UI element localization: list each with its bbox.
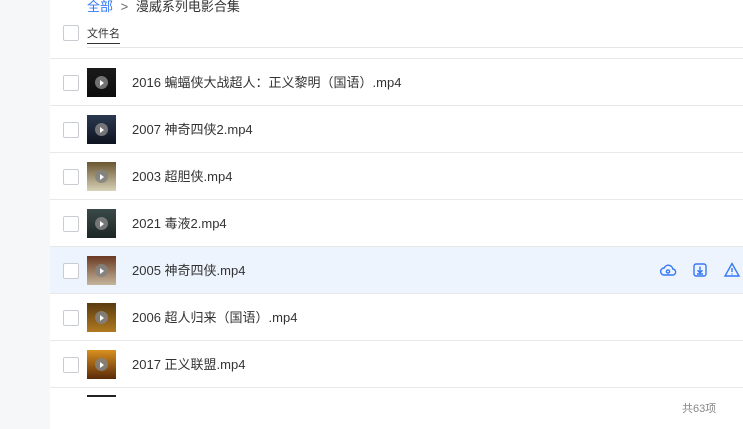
row-checkbox[interactable] bbox=[63, 75, 79, 91]
file-row[interactable]: 2007 神奇四侠2.mp4 bbox=[50, 105, 743, 152]
file-name[interactable]: 2005 神奇四侠.mp4 bbox=[132, 262, 245, 279]
file-row[interactable]: 2021 毒液2.mp4 bbox=[50, 199, 743, 246]
video-thumbnail bbox=[87, 68, 116, 97]
breadcrumb-current: 漫威系列电影合集 bbox=[135, 0, 240, 14]
file-name[interactable]: 2021 毒液2.mp4 bbox=[132, 215, 227, 232]
video-thumbnail bbox=[87, 350, 116, 379]
play-icon bbox=[95, 311, 108, 324]
header-divider bbox=[87, 47, 743, 48]
file-row[interactable]: 2017 正义联盟.mp4 bbox=[50, 340, 743, 387]
row-checkbox[interactable] bbox=[63, 357, 79, 373]
download-icon[interactable] bbox=[691, 261, 709, 279]
play-icon bbox=[95, 170, 108, 183]
select-all-checkbox[interactable] bbox=[63, 25, 79, 41]
row-checkbox[interactable] bbox=[63, 169, 79, 185]
row-checkbox[interactable] bbox=[63, 122, 79, 138]
partial-row-thumbnail bbox=[87, 395, 116, 397]
row-checkbox[interactable] bbox=[63, 263, 79, 279]
report-icon[interactable] bbox=[723, 261, 741, 279]
file-name[interactable]: 2017 正义联盟.mp4 bbox=[132, 356, 245, 373]
file-list-header: 文件名 bbox=[50, 18, 743, 48]
breadcrumb-separator: > bbox=[120, 0, 129, 14]
file-name[interactable]: 2016 蝙蝠侠大战超人：正义黎明（国语）.mp4 bbox=[132, 74, 401, 91]
row-checkbox[interactable] bbox=[63, 310, 79, 326]
row-checkbox[interactable] bbox=[63, 216, 79, 232]
breadcrumb-root-link[interactable]: 全部 bbox=[87, 0, 113, 14]
file-row[interactable]: 2006 超人归来（国语）.mp4 bbox=[50, 293, 743, 340]
file-row-hovered[interactable]: 2005 神奇四侠.mp4 bbox=[50, 246, 743, 293]
video-thumbnail bbox=[87, 303, 116, 332]
file-name[interactable]: 2003 超胆侠.mp4 bbox=[132, 168, 232, 185]
list-bottom-divider bbox=[50, 387, 743, 388]
file-row[interactable]: 2016 蝙蝠侠大战超人：正义黎明（国语）.mp4 bbox=[50, 58, 743, 105]
left-panel-strip bbox=[0, 0, 50, 429]
play-icon bbox=[95, 123, 108, 136]
video-thumbnail bbox=[87, 256, 116, 285]
play-icon bbox=[95, 76, 108, 89]
video-thumbnail bbox=[87, 209, 116, 238]
play-icon bbox=[95, 264, 108, 277]
video-thumbnail bbox=[87, 115, 116, 144]
file-name[interactable]: 2006 超人归来（国语）.mp4 bbox=[132, 309, 297, 326]
file-name[interactable]: 2007 神奇四侠2.mp4 bbox=[132, 121, 253, 138]
play-icon bbox=[95, 358, 108, 371]
breadcrumb: 全部 > 漫威系列电影合集 bbox=[87, 0, 240, 16]
play-icon bbox=[95, 217, 108, 230]
column-header-filename[interactable]: 文件名 bbox=[87, 28, 120, 44]
cloud-save-icon[interactable] bbox=[659, 261, 677, 279]
file-row[interactable]: 2003 超胆侠.mp4 bbox=[50, 152, 743, 199]
file-list: 2016 蝙蝠侠大战超人：正义黎明（国语）.mp4 2007 神奇四侠2.mp4… bbox=[50, 58, 743, 388]
video-thumbnail bbox=[87, 162, 116, 191]
total-count: 共63项 bbox=[682, 403, 717, 415]
